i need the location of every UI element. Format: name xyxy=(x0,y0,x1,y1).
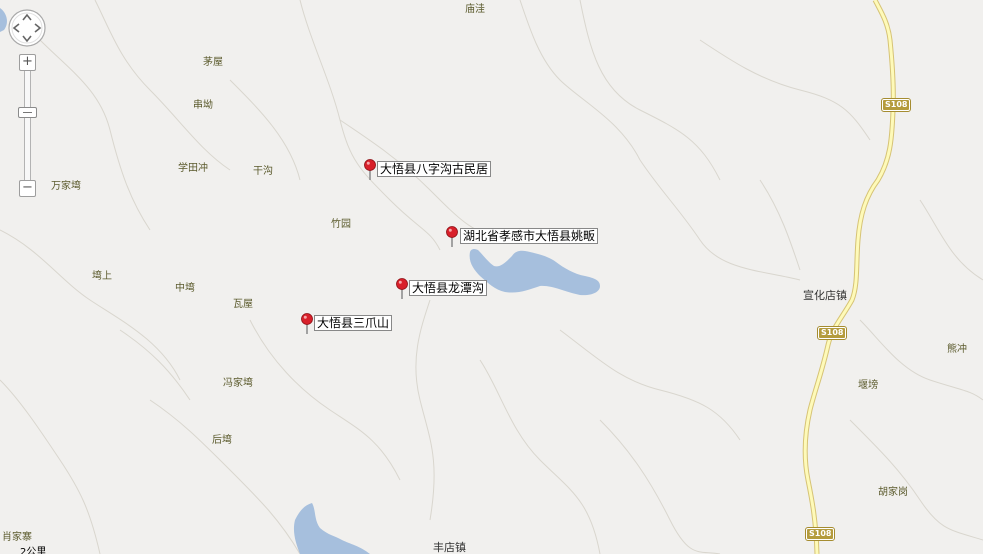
place-label: 干沟 xyxy=(253,166,273,177)
minus-icon: − xyxy=(22,180,33,195)
place-label: 塆上 xyxy=(92,271,112,282)
zoom-slider-track[interactable] xyxy=(24,62,31,192)
place-label: 冯家塆 xyxy=(223,378,253,389)
zoom-slider-thumb[interactable] xyxy=(18,107,37,118)
plus-icon: + xyxy=(22,54,33,69)
chevron-left-icon xyxy=(12,23,20,33)
terrain-layer xyxy=(0,0,983,554)
road-shield: S108 xyxy=(816,326,848,340)
place-label: 熊冲 xyxy=(947,344,967,355)
place-label: 茅屋 xyxy=(203,57,223,68)
pan-down-button[interactable] xyxy=(21,33,33,45)
map-pin-icon[interactable] xyxy=(445,226,459,248)
chevron-down-icon xyxy=(22,35,32,43)
place-label: 后塆 xyxy=(212,435,232,446)
place-label: 庙洼 xyxy=(465,4,485,15)
map-canvas[interactable]: 庙洼 茅屋 串坳 学田冲 干沟 万家塆 竹园 塆上 中塆 瓦屋 冯家塆 后塆 肖… xyxy=(0,0,983,554)
place-label: 瓦屋 xyxy=(233,299,253,310)
pan-right-button[interactable] xyxy=(32,22,44,34)
map-pin-icon[interactable] xyxy=(363,159,377,181)
road-shield: S108 xyxy=(804,527,836,541)
place-label: 学田冲 xyxy=(178,163,208,174)
chevron-up-icon xyxy=(22,13,32,21)
pan-control xyxy=(7,8,47,48)
place-label: 串坳 xyxy=(193,100,213,111)
place-label: 中塆 xyxy=(175,283,195,294)
zoom-out-button[interactable]: − xyxy=(19,180,36,197)
marker-label[interactable]: 湖北省孝感市大悟县姚畈 xyxy=(460,228,599,244)
town-label: 宣化店镇 xyxy=(803,289,847,302)
place-label: 竹园 xyxy=(331,219,351,230)
place-label: 胡家岗 xyxy=(878,487,908,498)
pan-left-button[interactable] xyxy=(10,22,22,34)
map-pin-icon[interactable] xyxy=(300,313,314,335)
chevron-right-icon xyxy=(34,23,42,33)
marker-label[interactable]: 大悟县龙潭沟 xyxy=(409,280,488,296)
marker-label[interactable]: 大悟县三爪山 xyxy=(314,315,393,331)
town-label: 丰店镇 xyxy=(433,541,466,554)
marker-label[interactable]: 大悟县八字沟古民居 xyxy=(377,161,492,177)
zoom-in-button[interactable]: + xyxy=(19,54,36,71)
map-pin-icon[interactable] xyxy=(395,278,409,300)
place-label: 堰塝 xyxy=(858,380,878,391)
road-shield: S108 xyxy=(880,98,912,112)
place-label: 万家塆 xyxy=(51,181,81,192)
scale-label: 2公里 xyxy=(20,547,47,554)
